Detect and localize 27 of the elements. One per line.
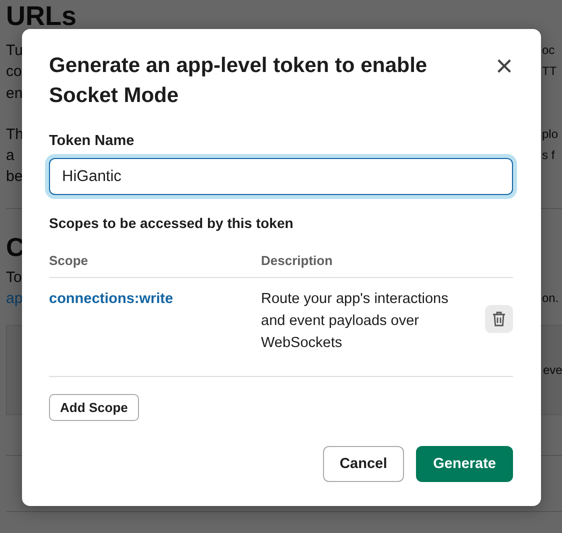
column-header: Description bbox=[261, 253, 334, 268]
close-button[interactable]: × bbox=[489, 53, 519, 81]
text-fragment: en bbox=[6, 84, 23, 104]
text-fragment: a bbox=[6, 146, 14, 166]
text-fragment: Tu bbox=[6, 41, 23, 61]
trash-icon bbox=[492, 311, 506, 327]
text-fragment: To bbox=[6, 268, 22, 288]
column-header: Scope bbox=[49, 253, 90, 268]
token-name-field[interactable]: HiGantic bbox=[49, 158, 513, 195]
text-fragment: TT bbox=[542, 63, 557, 80]
cancel-button[interactable]: Cancel bbox=[322, 446, 404, 482]
text-fragment: oc bbox=[542, 42, 555, 59]
add-scope-button[interactable]: Add Scope bbox=[49, 394, 139, 421]
dialog-title: Generate an app-level token to enable Socket Mode bbox=[49, 53, 428, 109]
field-label: Token Name bbox=[49, 133, 136, 149]
section-heading: URLs bbox=[6, 0, 78, 33]
section-label: Scopes to be accessed by this token bbox=[49, 215, 294, 231]
text-fragment: s f bbox=[542, 147, 555, 164]
scope-link[interactable]: connections:write bbox=[49, 288, 261, 310]
generate-button[interactable]: Generate bbox=[416, 446, 513, 482]
text-fragment: co bbox=[6, 62, 22, 82]
text-fragment: eve bbox=[543, 363, 562, 378]
text-fragment: be bbox=[6, 167, 23, 188]
text-fragment: plo bbox=[542, 126, 558, 143]
text-fragment: on. bbox=[542, 290, 559, 308]
delete-button[interactable] bbox=[485, 305, 513, 333]
scope-description: Route your app's interactions and event payloads over WebSockets bbox=[261, 290, 450, 353]
